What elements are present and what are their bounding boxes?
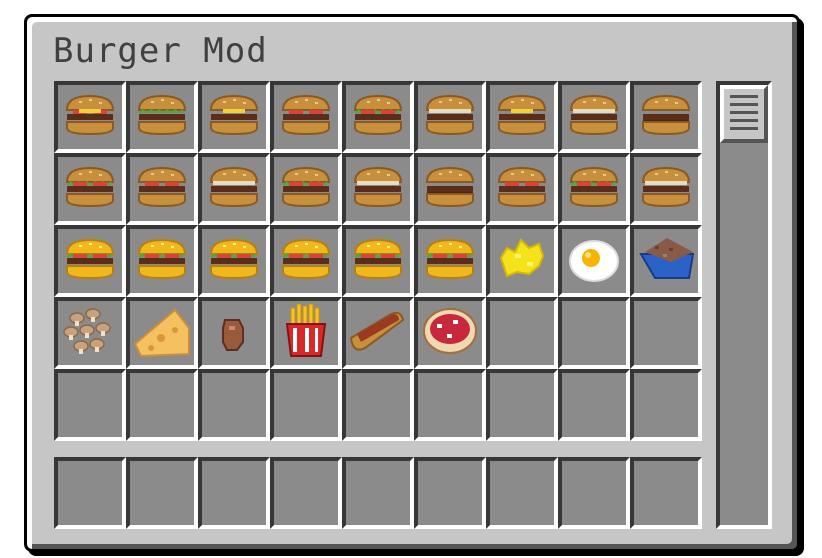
inventory-slot[interactable]: [486, 225, 558, 297]
inventory-slot[interactable]: [342, 81, 414, 153]
inventory-slot[interactable]: [198, 369, 270, 441]
inventory-slot[interactable]: [558, 369, 630, 441]
burger-lettuce-tomato-icon: [347, 84, 409, 150]
burger-tomato-icon: [131, 156, 193, 222]
creative-inventory-window: Burger Mod: [24, 14, 800, 552]
burger-plain-icon: [635, 156, 697, 222]
golden-burger-icon: [419, 228, 481, 294]
inventory-slot[interactable]: [558, 225, 630, 297]
pizza-icon: [419, 300, 481, 366]
hotbar: [54, 457, 702, 529]
inventory-slot[interactable]: [126, 297, 198, 369]
burger-cheese-icon: [203, 84, 265, 150]
inventory-slot[interactable]: [198, 153, 270, 225]
burger-lettuce-tomato-icon: [59, 156, 121, 222]
inventory-slot[interactable]: [126, 369, 198, 441]
mushrooms-icon: [59, 300, 121, 366]
window-title: Burger Mod: [53, 31, 268, 71]
burger-tomato-icon: [491, 156, 553, 222]
burger-lettuce-icon: [131, 84, 193, 150]
burger-lettuce-tomato-icon: [563, 156, 625, 222]
inventory-slot[interactable]: [414, 369, 486, 441]
inventory-slot[interactable]: [342, 297, 414, 369]
scrollbar-track[interactable]: [716, 81, 772, 529]
raw-meat-icon: [203, 300, 265, 366]
golden-burger-icon: [275, 228, 337, 294]
burger-lettuce-tomato-icon: [275, 156, 337, 222]
inventory-slot[interactable]: [126, 81, 198, 153]
burger-plain-icon: [563, 84, 625, 150]
hotbar-slot[interactable]: [630, 457, 702, 529]
hotbar-slot[interactable]: [198, 457, 270, 529]
inventory-slot[interactable]: [558, 297, 630, 369]
burger-tomato-icon: [275, 84, 337, 150]
inventory-slot[interactable]: [126, 225, 198, 297]
hotbar-slot[interactable]: [342, 457, 414, 529]
inventory-slot[interactable]: [54, 81, 126, 153]
inventory-slot[interactable]: [630, 225, 702, 297]
inventory-grid: [54, 81, 702, 441]
burger-plain-icon: [347, 156, 409, 222]
inventory-slot[interactable]: [558, 81, 630, 153]
burger-plain-icon: [419, 84, 481, 150]
inventory-slot[interactable]: [198, 81, 270, 153]
inventory-slot[interactable]: [270, 81, 342, 153]
golden-burger-icon: [347, 228, 409, 294]
burger-cheese-icon: [491, 84, 553, 150]
hotbar-slot[interactable]: [414, 457, 486, 529]
inventory-slot[interactable]: [630, 81, 702, 153]
inventory-slot[interactable]: [558, 153, 630, 225]
cheese-wedge-icon: [131, 300, 193, 366]
inventory-slot[interactable]: [270, 225, 342, 297]
golden-burger-icon: [203, 228, 265, 294]
inventory-slot[interactable]: [486, 297, 558, 369]
inventory-slot[interactable]: [126, 153, 198, 225]
inventory-slot[interactable]: [342, 225, 414, 297]
hotbar-slot[interactable]: [54, 457, 126, 529]
hotbar-slot[interactable]: [558, 457, 630, 529]
inventory-slot[interactable]: [630, 153, 702, 225]
hotbar-slot[interactable]: [270, 457, 342, 529]
burger-plain-icon: [203, 156, 265, 222]
inventory-slot[interactable]: [54, 153, 126, 225]
hotbar-slot[interactable]: [126, 457, 198, 529]
inventory-slot[interactable]: [198, 297, 270, 369]
inventory-slot[interactable]: [630, 369, 702, 441]
inventory-slot[interactable]: [630, 297, 702, 369]
inventory-slot[interactable]: [414, 153, 486, 225]
inventory-slot[interactable]: [270, 369, 342, 441]
inventory-slot[interactable]: [270, 297, 342, 369]
inventory-slot[interactable]: [54, 225, 126, 297]
burger-tomato-cheese-icon: [59, 84, 121, 150]
hotbar-slot[interactable]: [486, 457, 558, 529]
inventory-slot[interactable]: [270, 153, 342, 225]
fried-egg-icon: [563, 228, 625, 294]
inventory-slot[interactable]: [54, 297, 126, 369]
inventory-slot[interactable]: [486, 369, 558, 441]
inventory-slot[interactable]: [414, 297, 486, 369]
inventory-slot[interactable]: [198, 225, 270, 297]
burger-double-icon: [635, 84, 697, 150]
inventory-slot[interactable]: [54, 369, 126, 441]
inventory-slot[interactable]: [342, 153, 414, 225]
fries-icon: [275, 300, 337, 366]
golden-burger-icon: [131, 228, 193, 294]
scrollbar-thumb[interactable]: [720, 85, 768, 143]
inventory-slot[interactable]: [486, 81, 558, 153]
inventory-slot[interactable]: [486, 153, 558, 225]
inventory-slot[interactable]: [342, 369, 414, 441]
ground-beef-tray-icon: [635, 228, 697, 294]
burger-double-icon: [419, 156, 481, 222]
scrambled-egg-icon: [491, 228, 553, 294]
inventory-slot[interactable]: [414, 225, 486, 297]
hotdog-icon: [347, 300, 409, 366]
golden-burger-icon: [59, 228, 121, 294]
inventory-slot[interactable]: [414, 81, 486, 153]
